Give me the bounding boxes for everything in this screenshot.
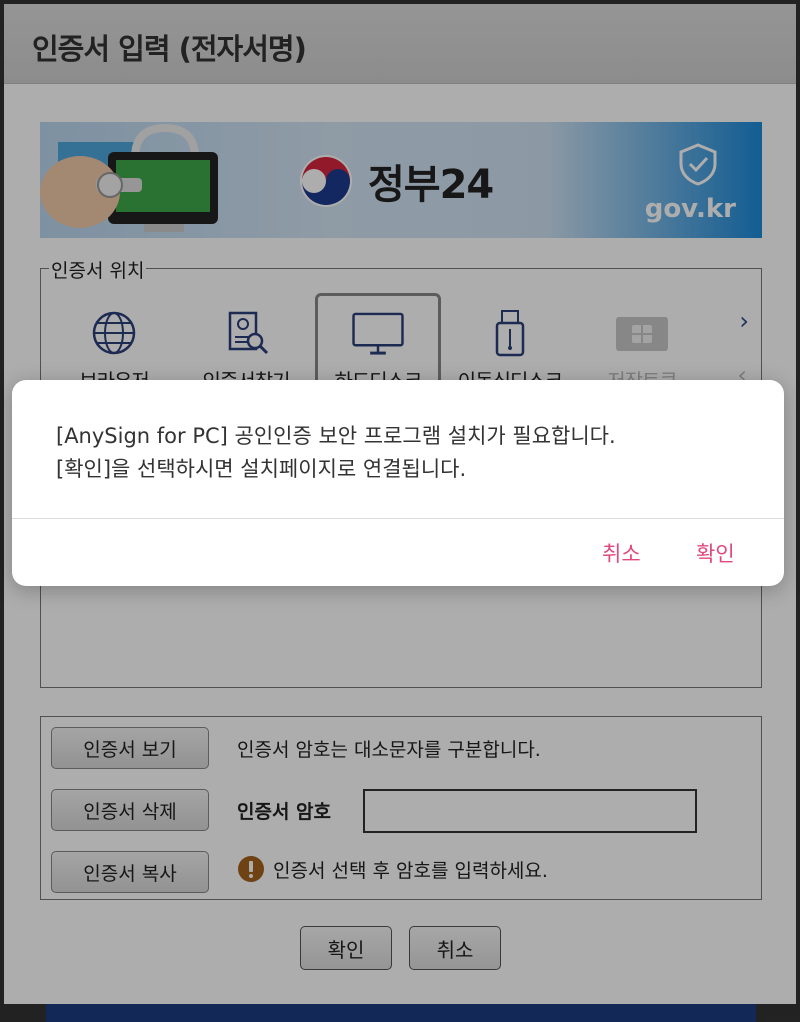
alert-message: [AnySign for PC] 공인인증 보안 프로그램 설치가 필요합니다.… — [56, 420, 754, 486]
alert-line-2: [확인]을 선택하시면 설치페이지로 연결됩니다. — [56, 457, 467, 481]
install-alert-dialog: [AnySign for PC] 공인인증 보안 프로그램 설치가 필요합니다.… — [12, 380, 784, 586]
alert-confirm-button[interactable]: 확인 — [696, 538, 735, 568]
alert-divider — [12, 518, 784, 519]
alert-cancel-button[interactable]: 취소 — [602, 538, 641, 568]
alert-line-1: [AnySign for PC] 공인인증 보안 프로그램 설치가 필요합니다. — [56, 424, 616, 448]
